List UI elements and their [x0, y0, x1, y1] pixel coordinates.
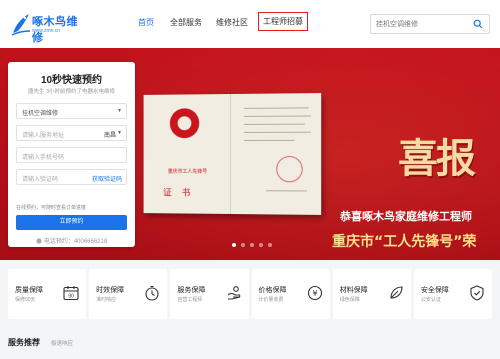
- carousel-dot[interactable]: [232, 243, 236, 247]
- banner-headline: 喜报: [398, 135, 476, 182]
- banner-line-1: 恭喜啄木鸟家庭维修工程师: [340, 210, 472, 223]
- stopwatch-icon: [145, 285, 159, 301]
- dropdown-arrow-icon: ▼: [117, 108, 122, 114]
- certificate-image: 重庆市工人先锋号 证书: [143, 93, 322, 215]
- phone-icon: [36, 237, 42, 244]
- guarantee-subtitle: 自营工程师: [177, 297, 203, 303]
- guarantee-subtitle: 准时响应: [96, 297, 117, 303]
- guarantee-title: 安全保障: [420, 287, 449, 294]
- search-box: [370, 14, 490, 34]
- certificate-text-line: [243, 139, 295, 141]
- certificate-text-page: [236, 93, 321, 215]
- nav-community[interactable]: 维修社区: [216, 17, 248, 28]
- certificate-text-line: [243, 131, 311, 133]
- guarantee-title: 价格保障: [258, 287, 287, 294]
- guarantee-subtitle: 公安认证: [420, 297, 441, 303]
- carousel-dot[interactable]: [268, 243, 272, 247]
- dropdown-arrow-icon: ▼: [117, 130, 122, 136]
- guarantee-title: 服务保障: [177, 287, 206, 294]
- carousel-dot[interactable]: [259, 243, 263, 247]
- certificate-text-line: [243, 115, 311, 117]
- service-select-value: 挂机空调维修: [22, 111, 59, 117]
- phone-field[interactable]: 请输入手机号码: [16, 147, 127, 163]
- calendar-90-icon: 90: [63, 286, 79, 301]
- guarantee-card-price[interactable]: 价格保障 计价量收费 ¥: [251, 269, 330, 319]
- leaf-icon: [390, 286, 403, 299]
- booking-subtitle: 唐先生 3小时前预约了电器水电维修: [27, 89, 116, 95]
- bird-logo-icon: [11, 14, 31, 36]
- certificate-word: 证书: [162, 188, 201, 199]
- red-stamp-icon: [276, 156, 303, 183]
- search-icon: [473, 19, 483, 29]
- guarantee-bar: 质量保障 保修90天 90 时效保障 准时响应 服务保障 自营工程师 价格保障 …: [8, 269, 493, 319]
- guarantee-card-service[interactable]: 服务保障 自营工程师: [170, 269, 249, 319]
- guarantee-card-material[interactable]: 材料保障 绿色保障: [332, 269, 411, 319]
- quick-booking-panel: 10秒快速预约 唐先生 3小时前预约了电器水电维修 挂机空调维修 ▼ 请输入服务…: [8, 62, 135, 247]
- svg-text:90: 90: [68, 294, 74, 300]
- svg-text:¥: ¥: [312, 289, 317, 298]
- carousel-dot[interactable]: [250, 243, 254, 247]
- nav-all-services[interactable]: 全部服务: [170, 17, 202, 28]
- code-field[interactable]: 请输入验证码 获取验证码: [16, 169, 127, 185]
- certificate-text-line: [243, 123, 305, 125]
- carousel-dot[interactable]: [241, 243, 245, 247]
- search-button[interactable]: [467, 15, 489, 33]
- phone-placeholder: 请输入手机号码: [22, 155, 65, 161]
- guarantee-subtitle: 计价量收费: [258, 297, 284, 303]
- code-placeholder: 请输入验证码: [22, 177, 59, 183]
- hotline-text: 电话预约：4006666218: [43, 239, 108, 245]
- certificate-text-line: [266, 190, 307, 192]
- banner-line-2: 重庆市“工人先锋号”荣: [332, 234, 477, 250]
- certificate-title: 重庆市工人先锋号: [167, 168, 208, 175]
- service-hand-icon: [227, 286, 240, 300]
- guarantee-title: 时效保障: [96, 287, 125, 294]
- city-select[interactable]: 南昌: [104, 130, 116, 139]
- nav-home[interactable]: 首页: [138, 17, 154, 28]
- logo-url: www.zmn.cn: [32, 28, 61, 34]
- nav-engineer-recruit[interactable]: 工程师招募: [258, 12, 308, 31]
- shield-icon: [470, 285, 484, 301]
- union-emblem-icon: [169, 108, 200, 139]
- certificate-text-line: [243, 107, 309, 109]
- guarantee-card-quality[interactable]: 质量保障 保修90天 90: [8, 269, 87, 319]
- guarantee-title: 材料保障: [339, 287, 368, 294]
- booking-tip: 在线预约，可随时查看订单进度: [16, 205, 87, 211]
- certificate-cover: 重庆市工人先锋号 证书: [143, 94, 231, 214]
- booking-title: 10秒快速预约: [40, 75, 103, 86]
- site-logo[interactable]: 啄木鸟维修 www.zmn.cn: [10, 9, 80, 44]
- carousel-dots: [232, 243, 272, 247]
- guarantee-subtitle: 保修90天: [15, 297, 36, 303]
- address-field[interactable]: 请输入服务地址 南昌 ▼: [16, 125, 127, 141]
- search-input[interactable]: [376, 18, 466, 31]
- book-now-button[interactable]: 立即预约: [16, 215, 127, 230]
- site-header: 啄木鸟维修 www.zmn.cn 首页 全部服务 维修社区 工程师招募: [0, 0, 500, 48]
- get-code-button[interactable]: 获取验证码: [92, 174, 122, 183]
- guarantee-title: 质量保障: [15, 287, 43, 294]
- section-subtitle: 极速响应: [51, 341, 74, 347]
- address-placeholder: 请输入服务地址: [22, 133, 65, 139]
- service-select[interactable]: 挂机空调维修 ▼: [16, 103, 127, 119]
- yen-coin-icon: ¥: [307, 285, 322, 301]
- guarantee-card-safety[interactable]: 安全保障 公安认证: [413, 269, 493, 319]
- guarantee-subtitle: 绿色保障: [339, 297, 360, 303]
- section-title: 服务推荐: [8, 338, 40, 347]
- guarantee-card-timeliness[interactable]: 时效保障 准时响应: [89, 269, 168, 319]
- hotline[interactable]: 电话预约：4006666218: [8, 236, 135, 245]
